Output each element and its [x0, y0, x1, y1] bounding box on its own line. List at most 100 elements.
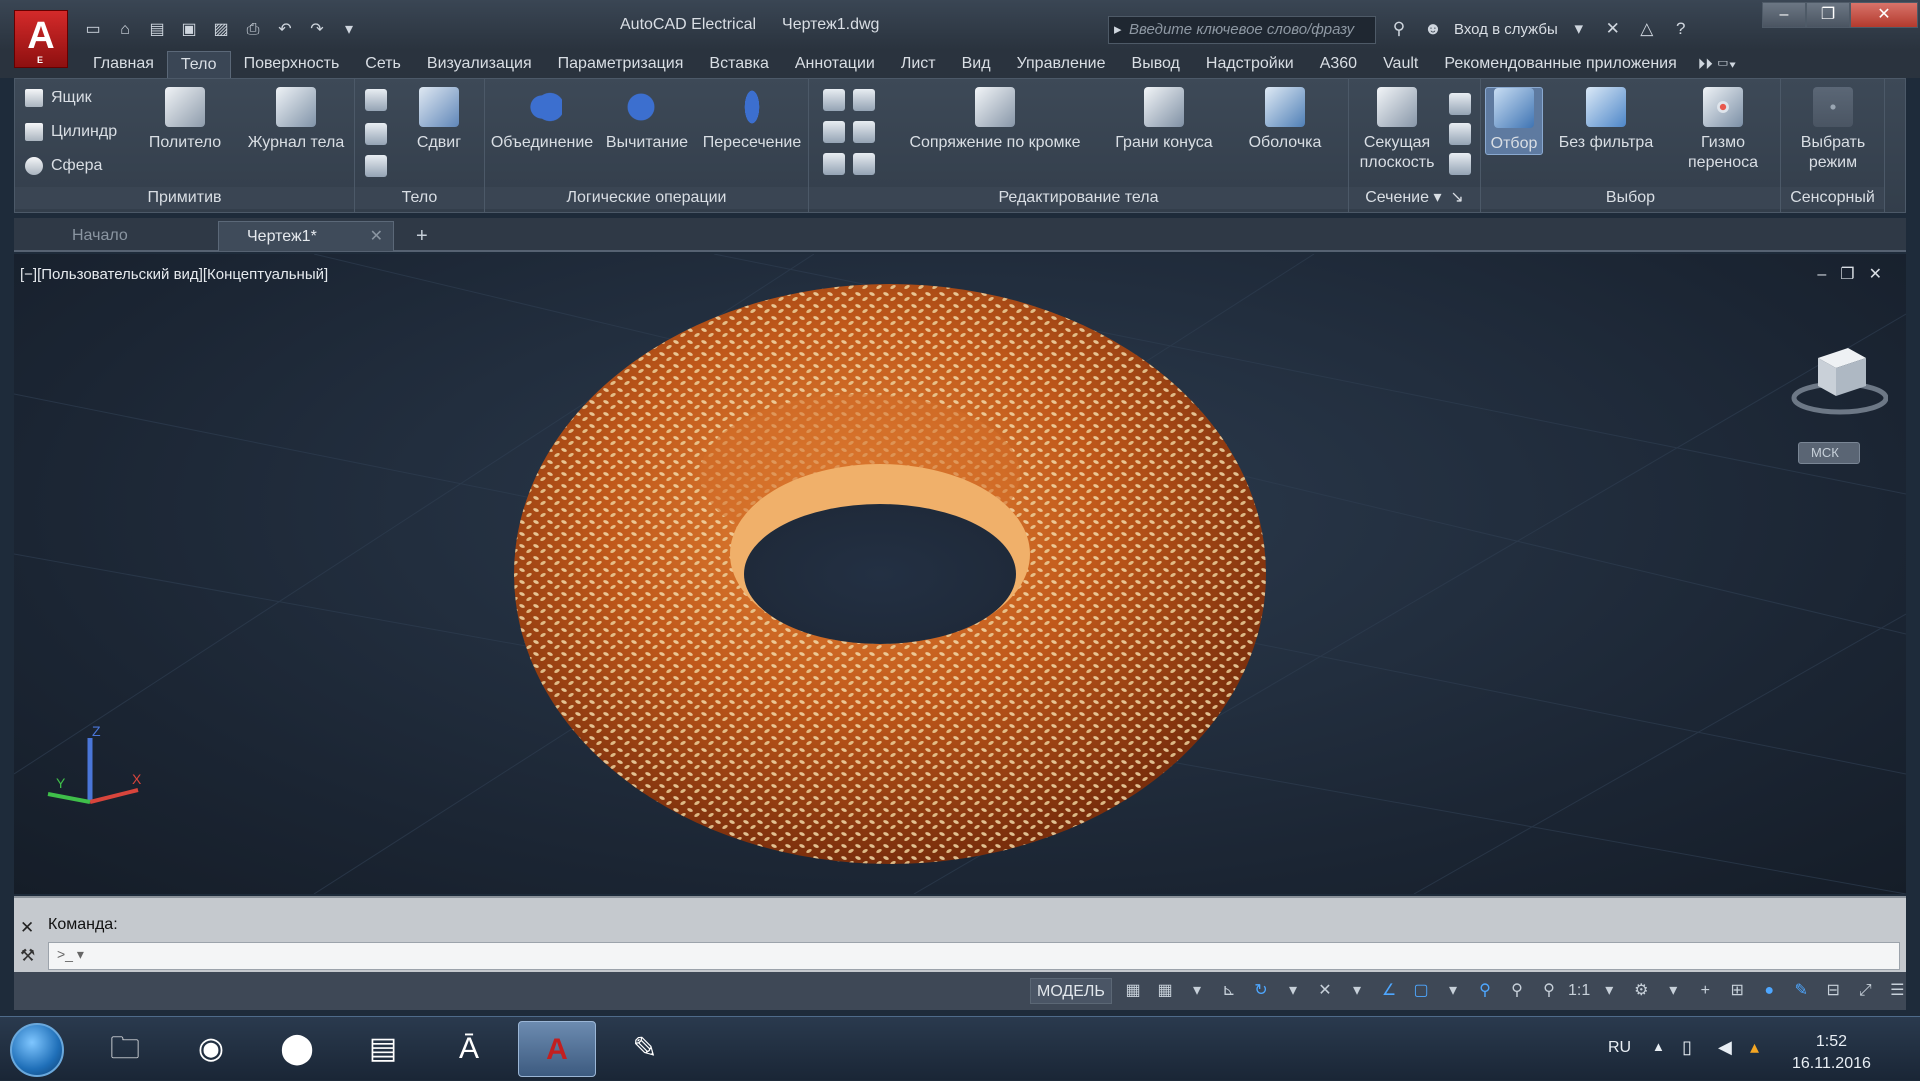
- select-mode-button[interactable]: Выбрать режим: [1787, 87, 1879, 173]
- ribbon-tab-8[interactable]: Лист: [888, 51, 949, 77]
- cylinder-button[interactable]: Цилиндр: [25, 123, 117, 141]
- dropdown-icon[interactable]: ▾: [1184, 978, 1210, 1004]
- revolve-icon[interactable]: [365, 155, 387, 177]
- new-icon[interactable]: ▭: [80, 18, 106, 42]
- snap-icon[interactable]: ▦: [1152, 978, 1178, 1004]
- schematic-app-icon[interactable]: ▤: [344, 1021, 422, 1077]
- polar-icon[interactable]: ↻: [1248, 978, 1274, 1004]
- clock[interactable]: 1:52 16.11.2016: [1792, 1031, 1871, 1075]
- fillet-edge-button[interactable]: Сопряжение по кромке: [895, 87, 1095, 153]
- customization-menu-icon[interactable]: ☰: [1884, 978, 1910, 1004]
- dropdown-icon[interactable]: ▾: [1344, 978, 1370, 1004]
- network-icon[interactable]: ▴: [1750, 1037, 1759, 1058]
- close-icon[interactable]: ✕: [20, 918, 34, 938]
- redo-icon[interactable]: ↷: [304, 18, 330, 42]
- polysolid-button[interactable]: Политело: [145, 87, 225, 153]
- panel-section-label[interactable]: Сечение ▾ ↘: [1349, 187, 1480, 209]
- interfere-icon[interactable]: [853, 89, 875, 111]
- customize-icon[interactable]: ⚒: [20, 946, 35, 966]
- a360-icon[interactable]: △: [1634, 17, 1660, 41]
- close-tab-icon[interactable]: ✕: [370, 222, 383, 252]
- language-indicator[interactable]: RU: [1608, 1039, 1631, 1057]
- ribbon-tab-6[interactable]: Вставка: [696, 51, 781, 77]
- dropdown-icon[interactable]: ▾: [1566, 17, 1592, 41]
- move-gizmo-button[interactable]: Гизмо переноса: [1671, 87, 1775, 173]
- extract-edges-icon[interactable]: [823, 153, 845, 175]
- close-button[interactable]: ✕: [1850, 2, 1918, 28]
- model-space-button[interactable]: МОДЕЛЬ: [1030, 978, 1112, 1004]
- generate-section-icon[interactable]: [1449, 153, 1471, 175]
- thicken-icon[interactable]: [823, 121, 845, 143]
- start-button[interactable]: [10, 1023, 64, 1077]
- auto-scale-icon[interactable]: ⚲: [1504, 978, 1530, 1004]
- signin-button[interactable]: Вход в службы: [1454, 21, 1558, 38]
- fullscreen-icon[interactable]: ⤢: [1852, 978, 1878, 1004]
- sphere-button[interactable]: Сфера: [25, 157, 102, 175]
- volume-icon[interactable]: ◀: [1718, 1037, 1732, 1058]
- box-button[interactable]: Ящик: [25, 89, 92, 107]
- annotation-scale[interactable]: 1:1: [1568, 978, 1590, 1004]
- isolate-icon[interactable]: ●: [1756, 978, 1782, 1004]
- viewport-controls-label[interactable]: [−][Пользовательский вид][Концептуальный…: [20, 266, 328, 283]
- minimize-button[interactable]: ‒: [1762, 2, 1806, 28]
- plus-icon[interactable]: +: [1692, 978, 1718, 1004]
- tab-drawing1[interactable]: Чертеж1* ✕: [218, 221, 394, 251]
- add-jog-icon[interactable]: [1449, 123, 1471, 145]
- exchange-apps-icon[interactable]: ✕: [1600, 17, 1626, 41]
- dropdown-icon[interactable]: ▾: [1280, 978, 1306, 1004]
- solid-history-button[interactable]: Журнал тела: [241, 87, 351, 153]
- ribbon-tab-10[interactable]: Управление: [1004, 51, 1119, 77]
- ribbon-tab-12[interactable]: Надстройки: [1193, 51, 1307, 77]
- open-icon[interactable]: ⌂: [112, 18, 138, 42]
- subtract-button[interactable]: Вычитание: [597, 87, 697, 153]
- ribbon-tab-15[interactable]: Рекомендованные приложения: [1431, 51, 1689, 77]
- paint-icon[interactable]: ✎: [606, 1021, 684, 1077]
- object-snap-icon[interactable]: ▢: [1408, 978, 1434, 1004]
- wcs-menu[interactable]: МСК: [1798, 442, 1860, 464]
- no-filter-button[interactable]: Без фильтра: [1551, 87, 1661, 153]
- ribbon-tab-0[interactable]: Главная: [80, 51, 167, 77]
- save-as-icon[interactable]: ▨: [208, 18, 234, 42]
- maximize-button[interactable]: ❐: [1806, 2, 1850, 28]
- viewport-restore-icon[interactable]: ❐: [1840, 266, 1868, 283]
- chrome-icon[interactable]: ◉: [172, 1021, 250, 1077]
- ribbon-tab-14[interactable]: Vault: [1370, 51, 1431, 77]
- viewport-minimize-icon[interactable]: ‒: [1817, 266, 1840, 283]
- isodraft-icon[interactable]: ✕: [1312, 978, 1338, 1004]
- ortho-icon[interactable]: ⊾: [1216, 978, 1242, 1004]
- slice-icon[interactable]: [823, 89, 845, 111]
- application-menu-button[interactable]: AE: [14, 10, 68, 68]
- offset-edge-icon[interactable]: [853, 121, 875, 143]
- hardware-acceleration-icon[interactable]: ✎: [1788, 978, 1814, 1004]
- ribbon-tab-7[interactable]: Аннотации: [782, 51, 888, 77]
- print-icon[interactable]: ⎙: [240, 18, 266, 42]
- intersect-button[interactable]: Пересечение: [699, 87, 805, 153]
- help-icon[interactable]: ?: [1668, 17, 1694, 41]
- dropdown-icon[interactable]: ▾: [1596, 978, 1622, 1004]
- separate-icon[interactable]: [853, 153, 875, 175]
- show-hidden-icons-icon[interactable]: ▲: [1652, 1039, 1665, 1054]
- extrude-small-icon[interactable]: [365, 89, 387, 111]
- tab-start[interactable]: Начало: [44, 221, 224, 251]
- explorer-icon[interactable]: 🗀: [86, 1021, 164, 1077]
- extrude-button[interactable]: Сдвиг: [401, 87, 477, 153]
- taper-faces-button[interactable]: Грани конуса: [1101, 87, 1227, 153]
- ribbon-tab-3[interactable]: Сеть: [352, 51, 414, 77]
- more-tabs-icon[interactable]: ⏵⏵ ▭▾: [1698, 56, 1737, 73]
- viewport-close-icon[interactable]: ✕: [1869, 266, 1896, 283]
- save-web-icon[interactable]: ▤: [144, 18, 170, 42]
- search-input[interactable]: Введите ключевое слово/фразу: [1108, 16, 1376, 44]
- live-section-icon[interactable]: [1449, 93, 1471, 115]
- green-app-icon[interactable]: ⬤: [258, 1021, 336, 1077]
- autocad-2016-icon[interactable]: Ā: [430, 1021, 508, 1077]
- binoculars-icon[interactable]: ⚲: [1386, 17, 1412, 41]
- annotation-visibility-icon[interactable]: ⚲: [1472, 978, 1498, 1004]
- ribbon-tab-4[interactable]: Визуализация: [414, 51, 545, 77]
- shell-button[interactable]: Оболочка: [1233, 87, 1337, 153]
- ribbon-tab-1[interactable]: Тело: [166, 50, 231, 78]
- ribbon-tab-5[interactable]: Параметризация: [545, 51, 697, 77]
- union-button[interactable]: Объединение: [489, 87, 595, 153]
- dropdown-icon[interactable]: ▾: [1660, 978, 1686, 1004]
- save-icon[interactable]: ▣: [176, 18, 202, 42]
- ribbon-tab-9[interactable]: Вид: [949, 51, 1004, 77]
